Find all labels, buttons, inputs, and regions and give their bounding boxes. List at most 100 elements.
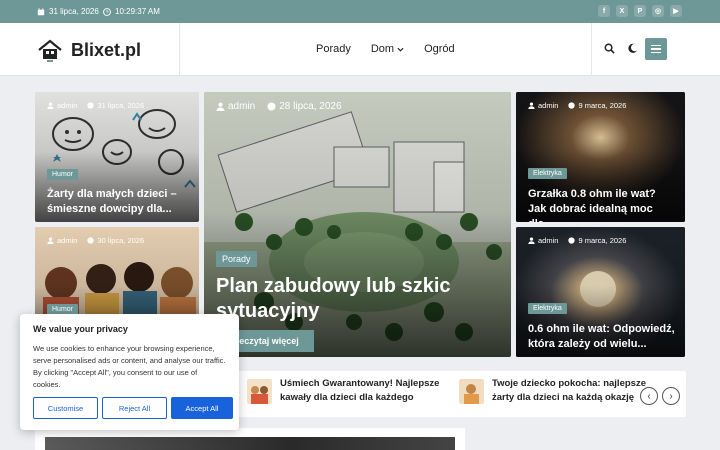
kids-thumbnail-image	[247, 378, 272, 404]
date-text: 31 lipca, 2026	[49, 7, 99, 16]
clock-icon	[267, 102, 276, 111]
chevron-left-icon[interactable]: ‹	[640, 387, 658, 405]
post-author[interactable]: admin	[47, 236, 77, 245]
house-logo-icon	[38, 39, 62, 62]
category-badge[interactable]: Elektryka	[528, 168, 567, 179]
ticker-item[interactable]: Twoje dziecko pokocha: najlepsze żarty d…	[459, 377, 646, 405]
current-time: 10:29:37 AM	[103, 7, 160, 16]
user-icon	[47, 237, 54, 244]
post-title[interactable]: Plan zabudowy lub szkic sytuacyjny	[216, 274, 501, 324]
cookie-buttons: Customise Reject All Accept All	[33, 397, 233, 419]
menu-button[interactable]	[645, 38, 667, 60]
post-image[interactable]	[45, 437, 455, 450]
menu-line	[651, 44, 661, 47]
category-badge[interactable]: Porady	[216, 251, 257, 267]
post-author[interactable]: admin	[216, 101, 255, 112]
date-text: 9 marca, 2026	[578, 101, 627, 110]
post-meta: admin 9 marca, 2026	[528, 101, 626, 110]
social-links: f X P ◎ ▶	[598, 5, 682, 17]
instagram-icon[interactable]: ◎	[652, 5, 664, 17]
post-card[interactable]: admin 9 marca, 2026 Elektryka Grzałka 0.…	[516, 92, 685, 222]
menu-line	[651, 51, 661, 54]
site-name: Blixet.pl	[71, 39, 142, 60]
content-section	[35, 428, 465, 450]
site-header: Blixet.pl Porady Dom Ogród	[0, 23, 720, 76]
date-text: 30 lipca, 2026	[97, 236, 145, 245]
cookie-consent-banner: We value your privacy We use cookies to …	[20, 314, 239, 430]
nav-item-porady[interactable]: Porady	[316, 43, 351, 55]
post-date: 31 lipca, 2026	[87, 101, 144, 110]
menu-line	[651, 48, 661, 50]
nav-label: Porady	[316, 43, 351, 55]
pinterest-icon[interactable]: P	[634, 5, 646, 17]
featured-post-card[interactable]: admin 28 lipca, 2026 Porady Plan zabudow…	[204, 92, 511, 357]
x-icon[interactable]: X	[616, 5, 628, 17]
ticker-item[interactable]: Uśmiech Gwarantowany! Najlepsze kawały d…	[247, 377, 439, 405]
category-badge[interactable]: Humor	[47, 169, 79, 180]
author-name: admin	[228, 101, 256, 112]
time-text: 10:29:37 AM	[115, 7, 160, 16]
search-icon[interactable]	[604, 43, 615, 54]
post-title[interactable]: 0.6 ohm ile wat: Odpowiedź, która zależy…	[528, 322, 675, 352]
post-card[interactable]: admin 31 lipca, 2026 Humor Żarty dla mał…	[35, 92, 199, 222]
date-text: 28 lipca, 2026	[279, 101, 342, 112]
reject-all-button[interactable]: Reject All	[102, 397, 167, 419]
date-text: 31 lipca, 2026	[97, 101, 145, 110]
category-badge[interactable]: Elektryka	[528, 303, 567, 314]
post-meta: admin 31 lipca, 2026	[47, 101, 144, 110]
post-ticker: Uśmiech Gwarantowany! Najlepsze kawały d…	[238, 371, 686, 417]
clock-icon	[87, 102, 95, 109]
customise-button[interactable]: Customise	[33, 397, 98, 419]
header-divider	[591, 23, 592, 76]
ticker-controls: ‹ ›	[640, 387, 680, 405]
post-title[interactable]: Grzałka 0.8 ohm ile wat? Jak dobrać idea…	[528, 187, 675, 222]
chevron-right-icon[interactable]: ›	[662, 387, 680, 405]
youtube-icon[interactable]: ▶	[670, 5, 682, 17]
post-title[interactable]: Żarty dla małych dzieci – śmieszne dowci…	[47, 187, 189, 217]
post-card[interactable]: admin 9 marca, 2026 Elektryka 0.6 ohm il…	[516, 227, 685, 357]
nav-item-dom[interactable]: Dom	[371, 43, 404, 55]
post-author[interactable]: admin	[47, 101, 77, 110]
clock-icon	[103, 7, 111, 16]
user-icon	[528, 237, 535, 244]
post-meta: admin 9 marca, 2026	[528, 236, 626, 245]
post-date: 28 lipca, 2026	[267, 101, 342, 112]
user-icon	[528, 102, 535, 109]
accept-all-button[interactable]: Accept All	[171, 397, 233, 419]
date-text: 9 marca, 2026	[578, 236, 627, 245]
ticker-title-line: Twoje dziecko pokocha: najlepsze	[492, 378, 646, 389]
header-divider	[179, 23, 180, 76]
cookie-text: We use cookies to enhance your browsing …	[33, 344, 226, 389]
author-name: admin	[538, 101, 559, 110]
ticker-thumbnail	[459, 378, 484, 404]
calendar-icon	[37, 7, 45, 15]
current-date: 31 lipca, 2026	[37, 7, 99, 16]
ticker-thumbnail	[247, 378, 272, 404]
site-logo[interactable]: Blixet.pl	[37, 37, 141, 63]
header-tools	[604, 43, 638, 54]
dark-mode-icon[interactable]	[627, 43, 638, 54]
post-date: 30 lipca, 2026	[87, 236, 144, 245]
facebook-icon[interactable]: f	[598, 5, 610, 17]
clock-icon	[568, 237, 576, 244]
clock-icon	[568, 102, 576, 109]
ticker-title-line: kawały dla dzieci dla każdego	[280, 392, 414, 403]
chevron-down-icon	[397, 47, 404, 52]
main-nav: Porady Dom Ogród	[316, 43, 455, 55]
ticker-title: Twoje dziecko pokocha: najlepsze żarty d…	[492, 377, 646, 405]
nav-label: Dom	[370, 43, 395, 55]
post-date: 9 marca, 2026	[568, 236, 626, 245]
kids-thumbnail-image	[459, 378, 484, 404]
ticker-title-line: Uśmiech Gwarantowany! Najlepsze	[280, 378, 440, 389]
author-name: admin	[538, 236, 559, 245]
post-author[interactable]: admin	[528, 101, 558, 110]
post-date: 9 marca, 2026	[568, 101, 626, 110]
top-bar: 31 lipca, 2026 10:29:37 AM f X P ◎ ▶	[0, 0, 720, 23]
nav-item-ogrod[interactable]: Ogród	[424, 43, 455, 55]
post-author[interactable]: admin	[528, 236, 558, 245]
user-icon	[216, 102, 225, 111]
ticker-title: Uśmiech Gwarantowany! Najlepsze kawały d…	[280, 377, 439, 405]
post-meta: admin 28 lipca, 2026	[216, 101, 342, 112]
author-name: admin	[57, 236, 78, 245]
user-icon	[47, 102, 54, 109]
